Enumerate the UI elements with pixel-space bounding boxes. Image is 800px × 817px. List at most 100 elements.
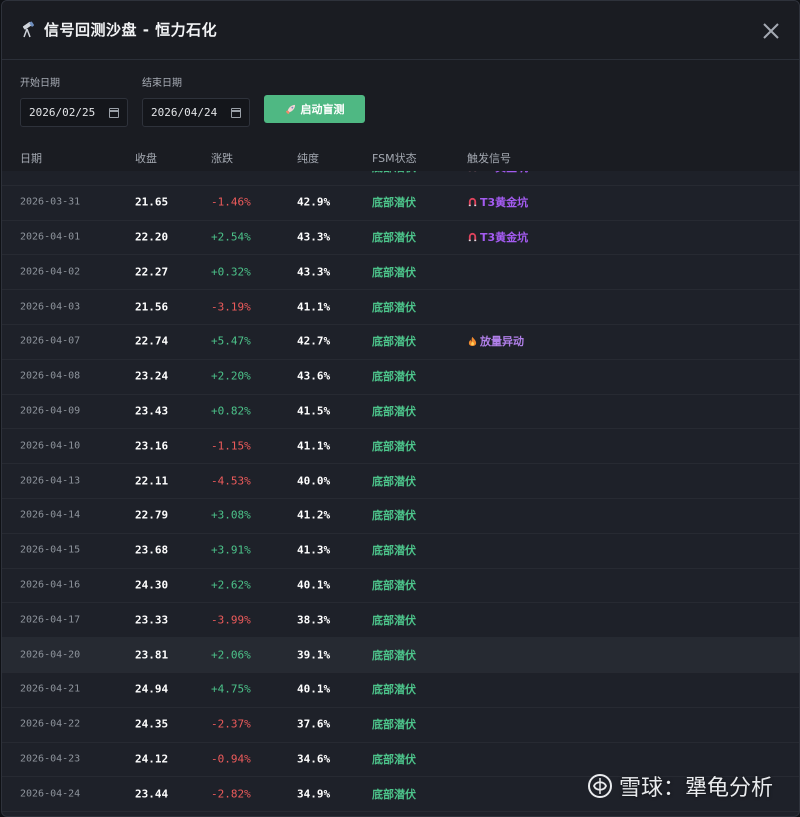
cell-date: 2026-04-15 bbox=[20, 544, 81, 556]
cell-purity: 34.9% bbox=[297, 787, 331, 801]
cell-fsm-state: 底部潜伏 bbox=[372, 196, 416, 210]
table-row[interactable]: 2026-03-31 21.65 -1.46% 42.9% 底部潜伏 T3黄金坑 bbox=[2, 185, 799, 221]
fire-icon bbox=[468, 337, 477, 347]
cell-close: 21.65 bbox=[135, 195, 169, 209]
calendar-icon[interactable] bbox=[109, 107, 119, 118]
cell-change: -3.99% bbox=[211, 613, 251, 627]
table-row[interactable]: 2026-04-02 22.27 +0.32% 43.3% 底部潜伏 bbox=[2, 254, 799, 291]
cell-date: 2026-04-20 bbox=[20, 649, 81, 661]
table-row[interactable]: 2026-04-01 22.20 +2.54% 43.3% 底部潜伏 T3黄金坑 bbox=[2, 220, 799, 256]
cell-date: 2026-04-01 bbox=[20, 231, 81, 243]
cell-date: 2026-04-08 bbox=[20, 370, 81, 382]
cell-signal: 放量异动 bbox=[467, 333, 524, 349]
cell-change: -4.53% bbox=[211, 474, 251, 488]
backtest-dialog: 信号回测沙盘 - 恒力石化 开始日期 2026/02/25 结束日期 2026/… bbox=[1, 0, 800, 817]
table-row[interactable]: 2026-04-22 24.35 -2.37% 37.6% 底部潜伏 bbox=[2, 707, 799, 743]
table-row[interactable]: 2026-04-15 23.68 +3.91% 41.3% 底部潜伏 bbox=[2, 533, 799, 569]
cell-change: +0.82% bbox=[211, 404, 251, 418]
header-purity: 纯度 bbox=[297, 152, 319, 165]
cell-fsm-state: 底部潜伏 bbox=[372, 335, 416, 349]
cell-change: -2.82% bbox=[211, 787, 251, 801]
cell-close: 22.79 bbox=[135, 508, 169, 522]
table-row[interactable]: 2026-04-20 23.81 +2.06% 39.1% 底部潜伏 bbox=[2, 637, 799, 673]
cell-purity: 41.5% bbox=[297, 404, 331, 418]
table-row[interactable]: 2026-04-07 22.74 +5.47% 42.7% 底部潜伏 放量异动 bbox=[2, 324, 799, 360]
close-icon[interactable] bbox=[761, 21, 781, 41]
cell-purity: 37.6% bbox=[297, 717, 331, 731]
cell-close: 23.16 bbox=[135, 439, 169, 453]
cell-change: -1.15% bbox=[211, 439, 251, 453]
cell-fsm-state: 底部潜伏 bbox=[372, 404, 416, 418]
cell-change: +3.91% bbox=[211, 543, 251, 557]
header-change: 涨跌 bbox=[211, 152, 233, 165]
cell-change: -2.37% bbox=[211, 717, 251, 731]
cell-change: -1.46% bbox=[211, 195, 251, 209]
table-header: 日期 收盘 涨跌 纯度 FSM状态 触发信号 bbox=[2, 147, 799, 171]
table-row[interactable]: 2026-04-16 24.30 +2.62% 40.1% 底部潜伏 bbox=[2, 568, 799, 604]
cell-change: +5.47% bbox=[211, 334, 251, 348]
signal-label: 放量异动 bbox=[480, 335, 524, 349]
cell-date: 2026-04-22 bbox=[20, 718, 81, 730]
table-row[interactable]: 2026-04-13 22.11 -4.53% 40.0% 底部潜伏 bbox=[2, 463, 799, 499]
cell-purity: 40.1% bbox=[297, 682, 331, 696]
cell-date: 2026-04-24 bbox=[20, 788, 81, 800]
telescope-icon bbox=[22, 21, 34, 37]
table-row[interactable]: 2026-04-21 24.94 +4.75% 40.1% 底部潜伏 bbox=[2, 672, 799, 708]
cell-fsm-state: 底部潜伏 bbox=[372, 509, 416, 523]
table-row[interactable]: 2026-04-08 23.24 +2.20% 43.6% 底部潜伏 bbox=[2, 359, 799, 395]
start-date-value: 2026/02/25 bbox=[29, 106, 96, 119]
cell-fsm-state: 底部潜伏 bbox=[372, 439, 416, 453]
cell-close: 24.35 bbox=[135, 717, 169, 731]
cell-close: 24.12 bbox=[135, 752, 169, 766]
title-wrap: 信号回测沙盘 - 恒力石化 bbox=[20, 19, 217, 40]
cell-date: 2026-04-03 bbox=[20, 301, 81, 313]
cell-date: 2026-04-16 bbox=[20, 579, 81, 591]
table-row[interactable]: 2026-04-10 23.16 -1.15% 41.1% 底部潜伏 bbox=[2, 428, 799, 465]
cell-purity: 34.6% bbox=[297, 752, 331, 766]
cell-date: 2026-04-21 bbox=[20, 683, 81, 695]
cell-fsm-state: 底部潜伏 bbox=[372, 752, 416, 766]
end-date-input[interactable]: 2026/04/24 bbox=[142, 98, 250, 127]
rocket-icon bbox=[285, 104, 295, 114]
cell-close: 23.44 bbox=[135, 787, 169, 801]
cell-fsm-state: 底部潜伏 bbox=[372, 718, 416, 732]
table-body[interactable]: 2026-03-3021.97+2.08%43.2%底部潜伏T3黄金坑2026-… bbox=[2, 163, 799, 816]
cell-fsm-state: 底部潜伏 bbox=[372, 787, 416, 801]
cell-purity: 38.3% bbox=[297, 613, 331, 627]
cell-change: -0.94% bbox=[211, 752, 251, 766]
cell-close: 24.94 bbox=[135, 682, 169, 696]
cell-fsm-state: 底部潜伏 bbox=[372, 370, 416, 384]
header-fsm: FSM状态 bbox=[372, 152, 417, 165]
cell-purity: 42.7% bbox=[297, 334, 331, 348]
dialog-title: 信号回测沙盘 - 恒力石化 bbox=[44, 21, 218, 39]
cell-change: +0.32% bbox=[211, 265, 251, 279]
table-row[interactable]: 2026-04-14 22.79 +3.08% 41.2% 底部潜伏 bbox=[2, 498, 799, 534]
end-date-field: 结束日期 2026/04/24 bbox=[142, 74, 250, 127]
start-blind-test-button[interactable]: 启动盲测 bbox=[264, 95, 365, 123]
start-date-input[interactable]: 2026/02/25 bbox=[20, 98, 128, 127]
cell-fsm-state: 底部潜伏 bbox=[372, 544, 416, 558]
table-row[interactable]: 2026-04-17 23.33 -3.99% 38.3% 底部潜伏 bbox=[2, 602, 799, 639]
cell-close: 23.33 bbox=[135, 613, 169, 627]
cell-close: 23.68 bbox=[135, 543, 169, 557]
table-row[interactable]: 2026-04-09 23.43 +0.82% 41.5% 底部潜伏 bbox=[2, 394, 799, 430]
date-toolbar: 开始日期 2026/02/25 结束日期 2026/04/24 启动盲测 bbox=[2, 60, 799, 147]
xueqiu-logo-icon bbox=[587, 774, 612, 798]
cell-fsm-state: 底部潜伏 bbox=[372, 648, 416, 662]
cell-purity: 40.1% bbox=[297, 578, 331, 592]
signal-label: T3黄金坑 bbox=[480, 196, 529, 210]
start-date-label: 开始日期 bbox=[20, 78, 60, 89]
cell-change: +2.06% bbox=[211, 648, 251, 662]
header-close: 收盘 bbox=[135, 152, 157, 165]
cell-date: 2026-04-02 bbox=[20, 266, 81, 278]
cell-date: 2026-04-23 bbox=[20, 753, 81, 765]
end-date-value: 2026/04/24 bbox=[151, 106, 218, 119]
cell-date: 2026-04-09 bbox=[20, 405, 81, 417]
cell-close: 21.56 bbox=[135, 300, 169, 314]
cell-purity: 43.3% bbox=[297, 230, 331, 244]
cell-date: 2026-04-13 bbox=[20, 475, 81, 487]
cell-change: +2.62% bbox=[211, 578, 251, 592]
calendar-icon[interactable] bbox=[231, 107, 241, 118]
cell-close: 22.11 bbox=[135, 474, 169, 488]
table-row[interactable]: 2026-04-03 21.56 -3.19% 41.1% 底部潜伏 bbox=[2, 289, 799, 325]
